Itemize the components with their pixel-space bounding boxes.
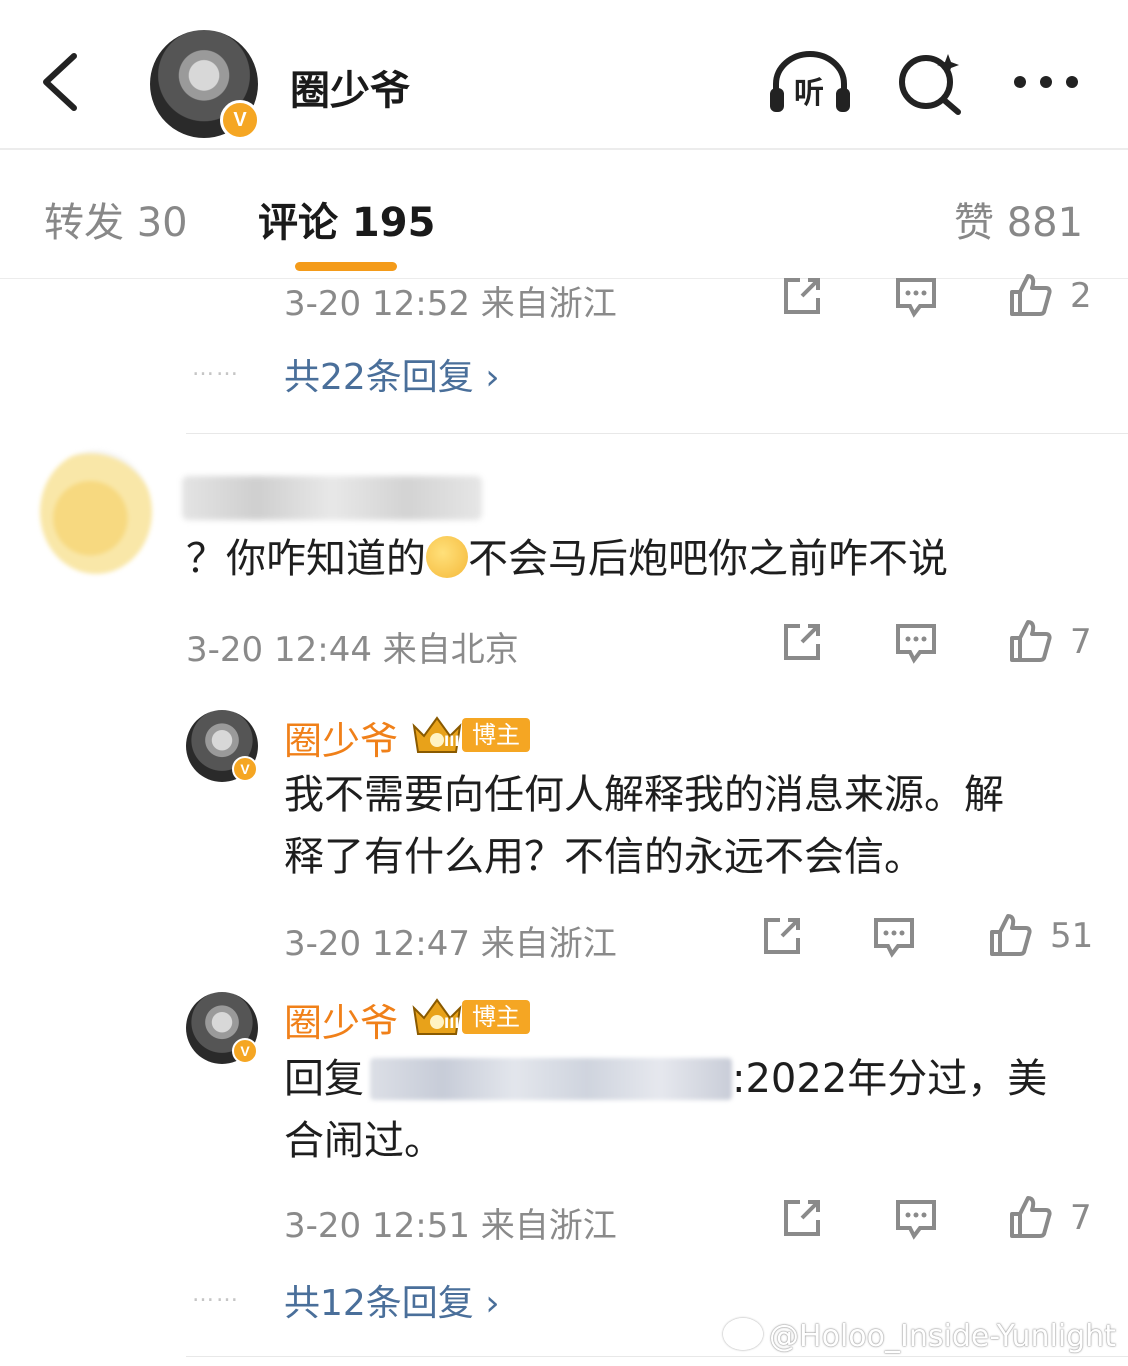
- comment-meta: 3-20 12:52 来自浙江: [284, 284, 617, 324]
- replies-dots: ……: [192, 356, 240, 381]
- tab-likes[interactable]: 赞 881: [954, 190, 1083, 248]
- share-icon[interactable]: [758, 912, 806, 960]
- reply-text-line2: 合闹过。: [284, 1118, 444, 1164]
- like-count: 2: [1070, 276, 1092, 316]
- reply-text-line2: 释了有什么用？不信的永远不会信。: [284, 834, 924, 880]
- active-tab-indicator: [295, 262, 397, 271]
- back-icon[interactable]: [36, 50, 96, 114]
- view-replies-link[interactable]: 共22条回复 ›: [284, 348, 500, 400]
- replies-dots: ……: [192, 1282, 240, 1307]
- crown-icon: III: [410, 712, 464, 756]
- author-badge: 博主: [462, 1000, 530, 1034]
- reply-meta: 3-20 12:47 来自浙江: [284, 924, 617, 964]
- commenter-name[interactable]: [182, 476, 482, 520]
- reply-author[interactable]: 圈少爷: [284, 992, 398, 1047]
- like-icon[interactable]: [986, 912, 1034, 960]
- verified-badge: V: [220, 100, 260, 140]
- like-icon[interactable]: [1006, 272, 1054, 320]
- search-icon[interactable]: [896, 50, 964, 116]
- author-badge: 博主: [462, 718, 530, 752]
- share-icon[interactable]: [778, 618, 826, 666]
- tab-reposts[interactable]: 转发 30: [44, 190, 188, 248]
- more-options-icon[interactable]: [1010, 64, 1082, 100]
- comment-separator: [186, 1356, 1128, 1357]
- like-count: 51: [1050, 916, 1094, 956]
- share-icon[interactable]: [778, 1194, 826, 1242]
- comment-meta: 3-20 12:44 来自北京: [186, 630, 519, 670]
- crown-icon: III: [410, 994, 464, 1038]
- page-title[interactable]: 圈少爷: [290, 58, 410, 116]
- reply-text-line1: :2022年分过，美: [732, 1056, 1048, 1102]
- comment-icon[interactable]: [870, 912, 918, 960]
- reply-author[interactable]: 圈少爷: [284, 710, 398, 765]
- commenter-avatar[interactable]: [40, 450, 152, 574]
- reply-text-line1: 我不需要向任何人解释我的消息来源。解: [284, 772, 1004, 818]
- like-count: 7: [1070, 622, 1092, 662]
- listen-button[interactable]: 听: [768, 50, 850, 116]
- reply-meta: 3-20 12:51 来自浙江: [284, 1206, 617, 1246]
- weibo-icon: [723, 1318, 764, 1350]
- tab-comments[interactable]: 评论 195: [258, 190, 435, 248]
- comment-icon[interactable]: [892, 618, 940, 666]
- like-count: 7: [1070, 1198, 1092, 1238]
- listen-label: 听: [794, 76, 824, 111]
- like-icon[interactable]: [1006, 618, 1054, 666]
- reply-prefix: 回复: [284, 1056, 364, 1102]
- like-icon[interactable]: [1006, 1194, 1054, 1242]
- emoji-icon: [426, 536, 468, 578]
- comment-text: ？你咋知道的 不会马后炮吧你之前咋不说: [186, 536, 948, 582]
- verified-badge: V: [232, 756, 258, 782]
- view-replies-link[interactable]: 共12条回复 ›: [284, 1274, 500, 1326]
- comment-icon[interactable]: [892, 272, 940, 320]
- comment-separator: [186, 433, 1128, 434]
- mentioned-user[interactable]: [370, 1058, 732, 1100]
- watermark: @Holoo_Inside-Yunlight: [723, 1318, 1116, 1354]
- share-icon[interactable]: [778, 272, 826, 320]
- comment-icon[interactable]: [892, 1194, 940, 1242]
- verified-badge: V: [232, 1038, 258, 1064]
